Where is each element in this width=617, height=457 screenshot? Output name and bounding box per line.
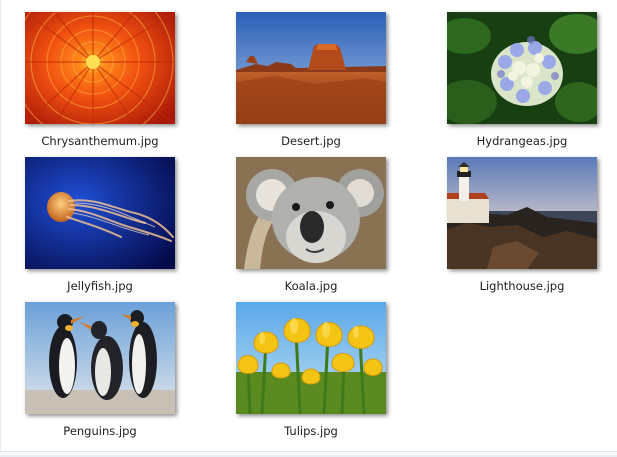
file-name-label: Lighthouse.jpg xyxy=(479,279,565,293)
pane-border xyxy=(0,0,1,457)
file-item-lighthouse[interactable]: Lighthouse.jpg xyxy=(437,157,607,295)
file-name-label: Desert.jpg xyxy=(281,134,341,148)
file-item-jellyfish[interactable]: Jellyfish.jpg xyxy=(15,157,185,295)
file-item-chrysanthemum[interactable]: Chrysanthemum.jpg xyxy=(15,12,185,150)
file-item-hydrangeas[interactable]: Hydrangeas.jpg xyxy=(437,12,607,150)
desert-thumbnail-icon xyxy=(236,12,386,124)
koala-thumbnail-icon xyxy=(236,157,386,269)
file-name-label: Koala.jpg xyxy=(284,279,338,293)
file-name-label: Chrysanthemum.jpg xyxy=(41,134,159,148)
jellyfish-thumbnail-icon xyxy=(25,157,175,269)
tulips-thumbnail-icon xyxy=(236,302,386,414)
file-view-pane: Chrysanthemum.jpg Desert.jpg Hydrangeas.… xyxy=(0,0,617,457)
chrysanthemum-thumbnail-icon xyxy=(25,12,175,124)
file-name-label: Hydrangeas.jpg xyxy=(476,134,568,148)
file-name-label: Tulips.jpg xyxy=(284,424,338,438)
file-name-label: Penguins.jpg xyxy=(63,424,137,438)
file-item-desert[interactable]: Desert.jpg xyxy=(226,12,396,150)
file-item-penguins[interactable]: Penguins.jpg xyxy=(15,302,185,440)
file-item-koala[interactable]: Koala.jpg xyxy=(226,157,396,295)
lighthouse-thumbnail-icon xyxy=(447,157,597,269)
pane-bottom-edge xyxy=(0,451,617,457)
file-item-tulips[interactable]: Tulips.jpg xyxy=(226,302,396,440)
hydrangeas-thumbnail-icon xyxy=(447,12,597,124)
file-name-label: Jellyfish.jpg xyxy=(67,279,133,293)
penguins-thumbnail-icon xyxy=(25,302,175,414)
